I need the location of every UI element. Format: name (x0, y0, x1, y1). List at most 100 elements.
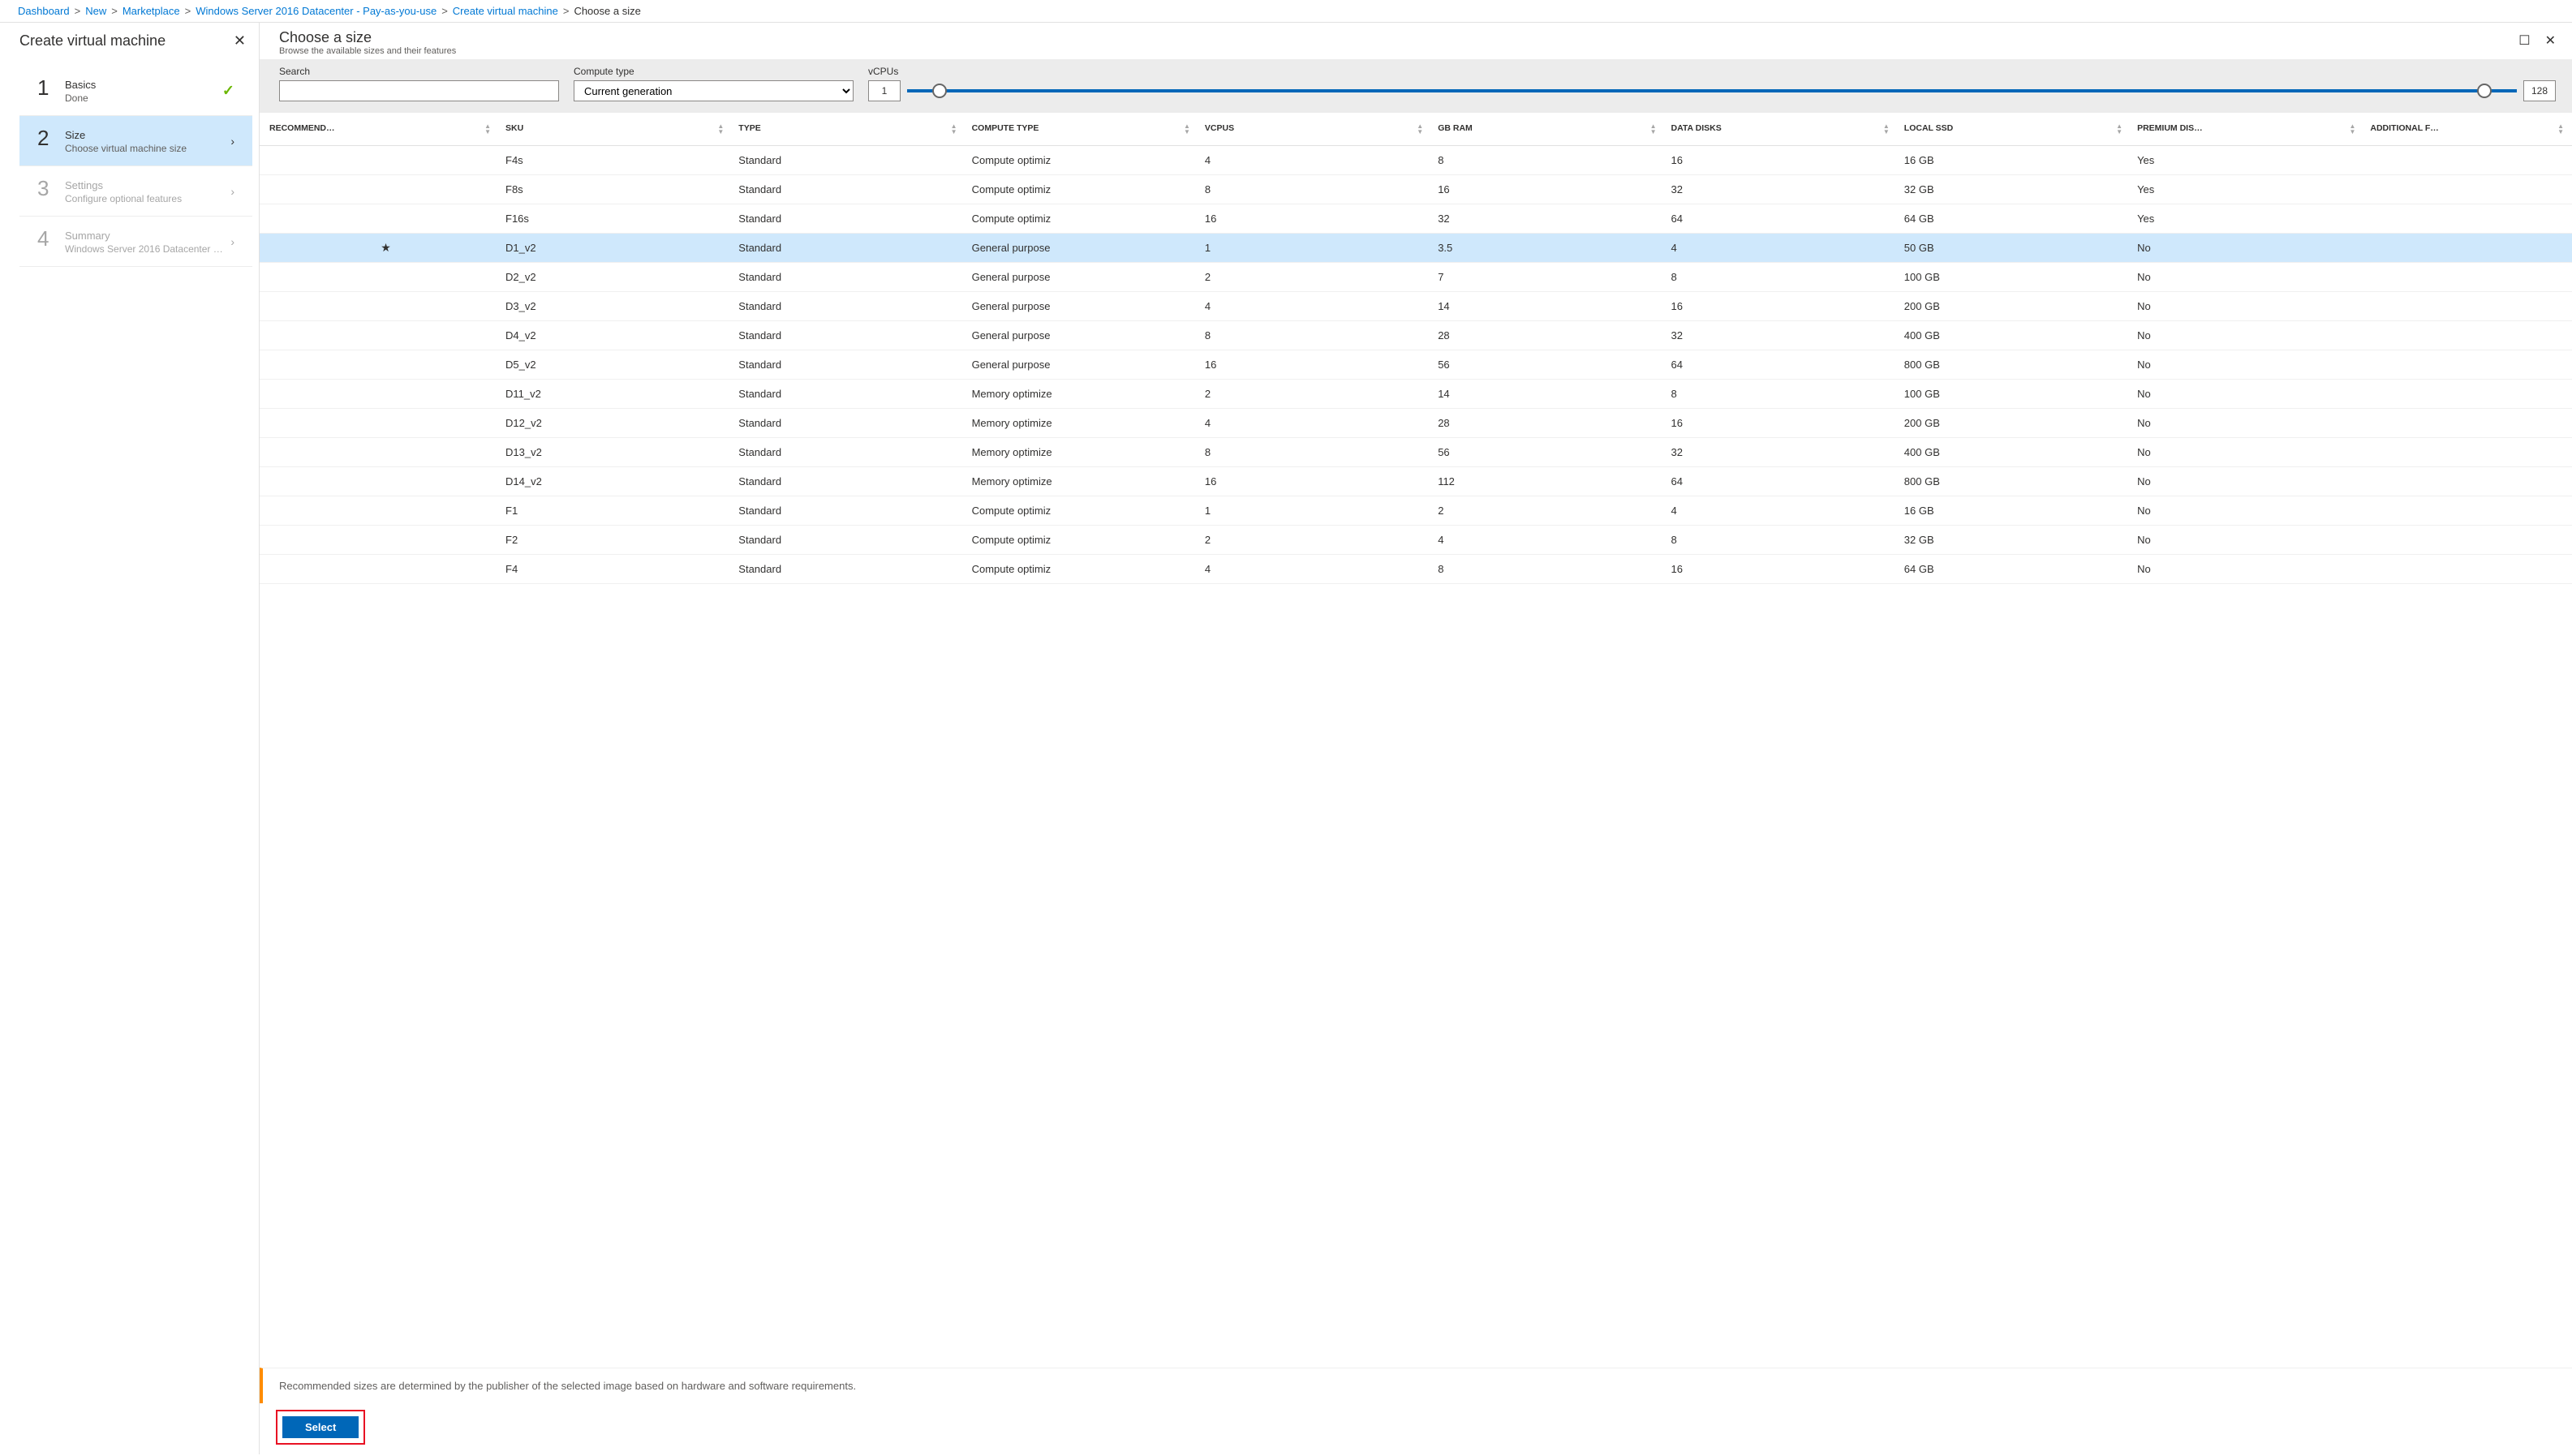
column-header[interactable]: PREMIUM DIS…▲▼ (2131, 113, 2363, 145)
table-row[interactable]: F8sStandardCompute optimiz8163232 GBYes (260, 174, 2572, 204)
vcpus-label: vCPUs (868, 66, 2556, 77)
cell-compute-type: General purpose (966, 262, 1198, 291)
cell-additional (2363, 437, 2572, 466)
wizard-panel: Create virtual machine ✕ 1BasicsDone✓2Si… (0, 23, 260, 1454)
cell-recommended (260, 379, 499, 408)
filter-bar: Search Compute type Current generation v… (260, 59, 2572, 113)
breadcrumb-item[interactable]: Marketplace (123, 5, 180, 17)
column-header[interactable]: LOCAL SSD▲▼ (1898, 113, 2131, 145)
table-row[interactable]: D11_v2StandardMemory optimize2148100 GBN… (260, 379, 2572, 408)
table-row[interactable]: ★D1_v2StandardGeneral purpose13.5450 GBN… (260, 233, 2572, 262)
cell-recommended (260, 496, 499, 525)
column-header[interactable]: SKU▲▼ (499, 113, 732, 145)
compute-type-select[interactable]: Current generation (574, 80, 854, 101)
table-row[interactable]: D12_v2StandardMemory optimize42816200 GB… (260, 408, 2572, 437)
maximize-icon[interactable]: ☐ (2518, 32, 2530, 49)
cell-data-disks: 32 (1664, 320, 1897, 350)
column-header[interactable]: RECOMMEND…▲▼ (260, 113, 499, 145)
sort-icon: ▲▼ (1417, 123, 1423, 135)
breadcrumb-item[interactable]: Create virtual machine (453, 5, 558, 17)
breadcrumb-item[interactable]: Windows Server 2016 Datacenter - Pay-as-… (196, 5, 437, 17)
cell-type: Standard (732, 466, 965, 496)
cell-recommended (260, 466, 499, 496)
cell-local-ssd: 32 GB (1898, 174, 2131, 204)
cell-premium: No (2131, 262, 2363, 291)
cell-sku: F8s (499, 174, 732, 204)
step-subtitle: Configure optional features (65, 193, 241, 204)
cell-vcpus: 1 (1198, 233, 1431, 262)
search-input[interactable] (279, 80, 559, 101)
close-icon[interactable]: ✕ (2545, 32, 2556, 49)
cell-sku: F4 (499, 554, 732, 583)
cell-vcpus: 8 (1198, 174, 1431, 204)
column-header[interactable]: COMPUTE TYPE▲▼ (966, 113, 1198, 145)
column-header[interactable]: GB RAM▲▼ (1431, 113, 1664, 145)
cell-additional (2363, 554, 2572, 583)
cell-recommended (260, 174, 499, 204)
cell-premium: No (2131, 379, 2363, 408)
table-row[interactable]: F1StandardCompute optimiz12416 GBNo (260, 496, 2572, 525)
table-row[interactable]: D14_v2StandardMemory optimize1611264800 … (260, 466, 2572, 496)
cell-additional (2363, 320, 2572, 350)
check-icon: ✓ (222, 82, 234, 99)
cell-type: Standard (732, 437, 965, 466)
step-subtitle: Done (65, 92, 241, 104)
cell-sku: D13_v2 (499, 437, 732, 466)
vcpu-slider[interactable] (907, 83, 2517, 99)
sort-icon: ▲▼ (2349, 123, 2355, 135)
vcpu-max-box[interactable]: 128 (2523, 80, 2556, 101)
cell-recommended (260, 262, 499, 291)
cell-sku: F2 (499, 525, 732, 554)
cell-recommended (260, 525, 499, 554)
cell-additional (2363, 204, 2572, 233)
column-header[interactable]: DATA DISKS▲▼ (1664, 113, 1897, 145)
cell-premium: No (2131, 437, 2363, 466)
cell-premium: No (2131, 408, 2363, 437)
table-row[interactable]: F4StandardCompute optimiz481664 GBNo (260, 554, 2572, 583)
cell-recommended (260, 291, 499, 320)
close-icon[interactable]: ✕ (234, 32, 246, 49)
cell-ram: 28 (1431, 408, 1664, 437)
cell-additional (2363, 496, 2572, 525)
cell-premium: No (2131, 350, 2363, 379)
cell-ram: 14 (1431, 379, 1664, 408)
cell-compute-type: Compute optimiz (966, 554, 1198, 583)
table-row[interactable]: D4_v2StandardGeneral purpose82832400 GBN… (260, 320, 2572, 350)
breadcrumb-item: Choose a size (574, 5, 640, 17)
wizard-step-settings: 3SettingsConfigure optional features› (19, 166, 252, 217)
cell-type: Standard (732, 174, 965, 204)
breadcrumb-item[interactable]: Dashboard (18, 5, 70, 17)
cell-sku: F4s (499, 145, 732, 174)
size-table-wrap[interactable]: RECOMMEND…▲▼SKU▲▼TYPE▲▼COMPUTE TYPE▲▼VCP… (260, 113, 2572, 1368)
slider-thumb-min[interactable] (932, 84, 947, 98)
table-row[interactable]: D5_v2StandardGeneral purpose165664800 GB… (260, 350, 2572, 379)
cell-sku: F16s (499, 204, 732, 233)
column-header[interactable]: ADDITIONAL F…▲▼ (2363, 113, 2572, 145)
table-row[interactable]: F2StandardCompute optimiz24832 GBNo (260, 525, 2572, 554)
table-row[interactable]: F4sStandardCompute optimiz481616 GBYes (260, 145, 2572, 174)
column-header[interactable]: VCPUS▲▼ (1198, 113, 1431, 145)
cell-local-ssd: 100 GB (1898, 262, 2131, 291)
select-button[interactable]: Select (282, 1416, 359, 1438)
table-row[interactable]: D2_v2StandardGeneral purpose278100 GBNo (260, 262, 2572, 291)
slider-thumb-max[interactable] (2477, 84, 2492, 98)
cell-type: Standard (732, 204, 965, 233)
cell-sku: D2_v2 (499, 262, 732, 291)
cell-data-disks: 32 (1664, 174, 1897, 204)
table-row[interactable]: D3_v2StandardGeneral purpose41416200 GBN… (260, 291, 2572, 320)
cell-type: Standard (732, 379, 965, 408)
breadcrumb-item[interactable]: New (85, 5, 106, 17)
table-row[interactable]: F16sStandardCompute optimiz16326464 GBYe… (260, 204, 2572, 233)
sort-icon: ▲▼ (2557, 123, 2564, 135)
cell-additional (2363, 233, 2572, 262)
cell-ram: 28 (1431, 320, 1664, 350)
cell-vcpus: 16 (1198, 350, 1431, 379)
cell-type: Standard (732, 262, 965, 291)
wizard-step-size[interactable]: 2SizeChoose virtual machine size› (19, 116, 252, 166)
vcpu-min-box[interactable]: 1 (868, 80, 901, 101)
column-header[interactable]: TYPE▲▼ (732, 113, 965, 145)
wizard-step-basics[interactable]: 1BasicsDone✓ (19, 66, 252, 116)
table-row[interactable]: D13_v2StandardMemory optimize85632400 GB… (260, 437, 2572, 466)
cell-sku: D12_v2 (499, 408, 732, 437)
cell-ram: 3.5 (1431, 233, 1664, 262)
